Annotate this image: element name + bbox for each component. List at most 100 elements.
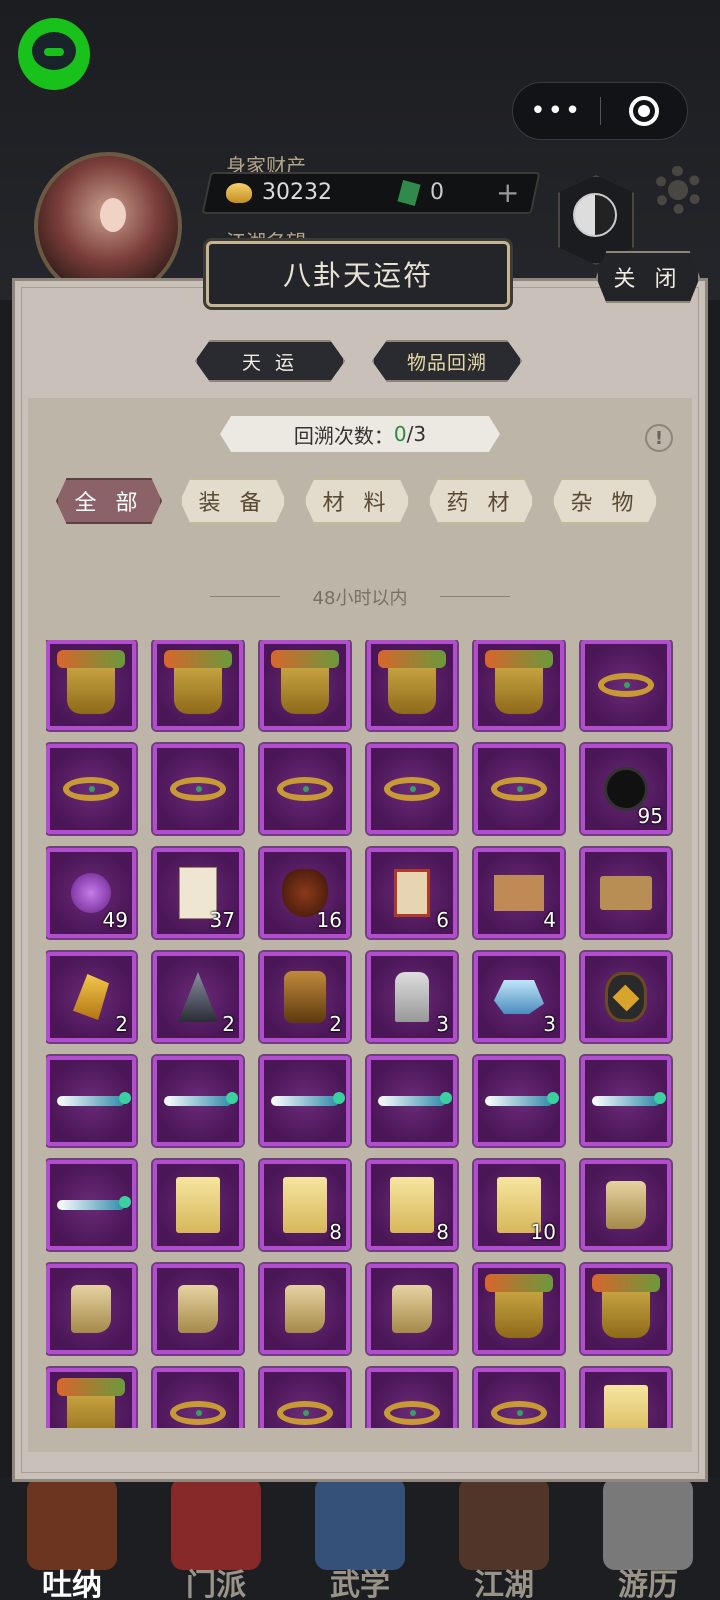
manual-scroll-icon: [176, 1177, 220, 1233]
item-slot[interactable]: [474, 640, 564, 730]
more-menu-button[interactable]: •••: [513, 96, 600, 126]
item-slot[interactable]: [153, 640, 243, 730]
recall-counter-used: 0: [393, 422, 407, 446]
item-slot[interactable]: [474, 744, 564, 834]
manual-scroll-icon: [390, 1177, 434, 1233]
category-tab-all[interactable]: 全 部: [56, 478, 162, 524]
item-slot[interactable]: [581, 1264, 671, 1354]
tab-fortune[interactable]: 天 运: [195, 340, 345, 382]
item-slot[interactable]: 8: [367, 1160, 457, 1250]
bottom-navigation: 吐纳 门派 武学 江湖 游历: [0, 1478, 720, 1600]
item-slot[interactable]: [46, 1160, 136, 1250]
item-slot[interactable]: [581, 1160, 671, 1250]
item-slot[interactable]: [260, 1056, 350, 1146]
item-slot[interactable]: 3: [474, 952, 564, 1042]
item-quantity: 6: [436, 908, 449, 932]
item-quantity: 2: [222, 1012, 235, 1036]
item-slot[interactable]: [46, 640, 136, 730]
category-tab-herbs[interactable]: 药 材: [428, 478, 534, 524]
item-slot[interactable]: 49: [46, 848, 136, 938]
item-slot[interactable]: [260, 744, 350, 834]
item-slot[interactable]: [474, 1056, 564, 1146]
close-button[interactable]: 关 闭: [596, 251, 700, 303]
armor-icon: [378, 650, 446, 714]
item-slot[interactable]: [367, 1056, 457, 1146]
recall-counter: 回溯次数： 0 /3: [220, 416, 500, 452]
item-slot[interactable]: [367, 1264, 457, 1354]
sword-icon: [485, 1092, 559, 1106]
item-slot[interactable]: [581, 1056, 671, 1146]
item-slot[interactable]: [581, 640, 671, 730]
item-slot[interactable]: [153, 1056, 243, 1146]
item-slot[interactable]: [367, 640, 457, 730]
category-tab-misc[interactable]: 杂 物: [552, 478, 658, 524]
item-slot[interactable]: [581, 1368, 671, 1428]
item-slot[interactable]: [367, 744, 457, 834]
item-slot[interactable]: [260, 1368, 350, 1428]
item-slot[interactable]: [46, 1264, 136, 1354]
avatar-face: [100, 198, 126, 232]
item-quantity: 8: [436, 1220, 449, 1244]
item-slot[interactable]: [153, 1368, 243, 1428]
nav-label: 江湖: [474, 1568, 534, 1600]
item-slot[interactable]: 95: [581, 744, 671, 834]
item-slot[interactable]: 2: [260, 952, 350, 1042]
ring-icon: [63, 777, 119, 801]
item-slot[interactable]: [474, 1368, 564, 1428]
item-slot[interactable]: [46, 1056, 136, 1146]
armor-icon: [592, 1274, 660, 1338]
item-slot[interactable]: [153, 1264, 243, 1354]
item-slot[interactable]: [153, 1160, 243, 1250]
item-slot[interactable]: [581, 952, 671, 1042]
nav-item-travel[interactable]: 游历: [576, 1478, 720, 1600]
item-slot[interactable]: 6: [367, 848, 457, 938]
item-slot[interactable]: [581, 848, 671, 938]
nav-item-sect[interactable]: 门派: [144, 1478, 288, 1600]
gear-icon[interactable]: [654, 166, 702, 214]
nav-item-tuna[interactable]: 吐纳: [0, 1478, 144, 1600]
golem-icon: [284, 971, 326, 1023]
nav-art: [315, 1478, 405, 1570]
item-slot[interactable]: 3: [367, 952, 457, 1042]
item-slot[interactable]: 2: [46, 952, 136, 1042]
close-miniprogram-button[interactable]: [601, 96, 688, 126]
item-quantity: 49: [102, 908, 128, 932]
item-slot[interactable]: 37: [153, 848, 243, 938]
nav-item-jianghu[interactable]: 江湖: [432, 1478, 576, 1600]
boots-icon: [392, 1285, 432, 1333]
item-slot[interactable]: [46, 1368, 136, 1428]
item-slot[interactable]: 2: [153, 952, 243, 1042]
manual-scroll-icon: [604, 1385, 648, 1428]
item-slot[interactable]: [474, 1264, 564, 1354]
plank-icon: [600, 876, 652, 910]
stone-tablet-icon: [395, 972, 429, 1022]
item-slot[interactable]: [260, 640, 350, 730]
item-slot[interactable]: 4: [474, 848, 564, 938]
item-slot[interactable]: [46, 744, 136, 834]
nav-art: [459, 1478, 549, 1570]
item-slot[interactable]: 8: [260, 1160, 350, 1250]
yin-yang-icon: [573, 193, 617, 237]
chat-logo-icon[interactable]: [18, 18, 90, 90]
ring-icon: [491, 1401, 547, 1425]
nav-item-martial-arts[interactable]: 武学: [288, 1478, 432, 1600]
jade-count: 0: [430, 180, 444, 205]
nav-art: [603, 1478, 693, 1570]
nav-label: 武学: [330, 1568, 390, 1600]
info-icon[interactable]: !: [645, 424, 673, 452]
item-quantity: 95: [637, 804, 663, 828]
tab-item-recall[interactable]: 物品回溯: [372, 340, 522, 382]
category-tab-materials[interactable]: 材 料: [304, 478, 410, 524]
coin-count: 30232: [262, 180, 332, 205]
item-slot[interactable]: [367, 1368, 457, 1428]
recall-counter-label: 回溯次数：: [293, 423, 394, 448]
category-tab-equipment[interactable]: 装 备: [180, 478, 286, 524]
item-slot[interactable]: [153, 744, 243, 834]
manual-scroll-icon: [283, 1177, 327, 1233]
item-slot[interactable]: 10: [474, 1160, 564, 1250]
item-slot[interactable]: [260, 1264, 350, 1354]
item-slot[interactable]: 16: [260, 848, 350, 938]
ring-icon: [491, 777, 547, 801]
boots-icon: [285, 1285, 325, 1333]
add-currency-icon[interactable]: +: [496, 176, 519, 209]
